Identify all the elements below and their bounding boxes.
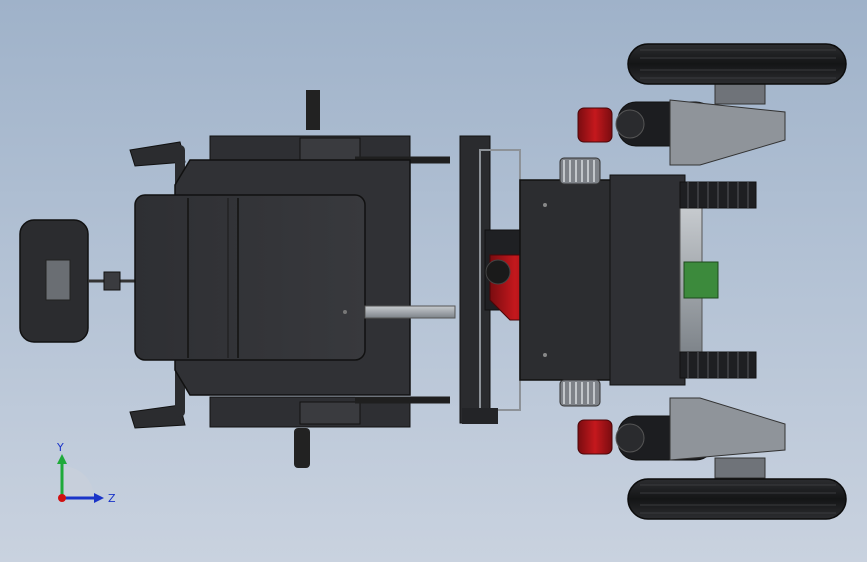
drive-track-lower	[679, 351, 757, 379]
spring-lower	[559, 379, 601, 407]
wheelchair-3d-model[interactable]	[0, 0, 867, 562]
wheel-front-lower	[627, 478, 847, 520]
wheel-front-upper	[627, 43, 847, 85]
center-support-tube	[364, 305, 456, 319]
drive-track-upper	[679, 181, 757, 209]
headrest	[19, 219, 138, 343]
spring-upper	[559, 157, 601, 185]
origin-icon	[58, 494, 66, 502]
z-axis-label: Z	[108, 492, 116, 505]
seat	[134, 159, 411, 396]
caster-bracket-upper	[669, 83, 786, 166]
y-axis-label: Y	[56, 441, 64, 454]
caster-bracket-lower	[669, 397, 786, 479]
cad-viewport[interactable]: Y Z	[0, 0, 867, 562]
orientation-triad: Y Z	[56, 441, 116, 505]
